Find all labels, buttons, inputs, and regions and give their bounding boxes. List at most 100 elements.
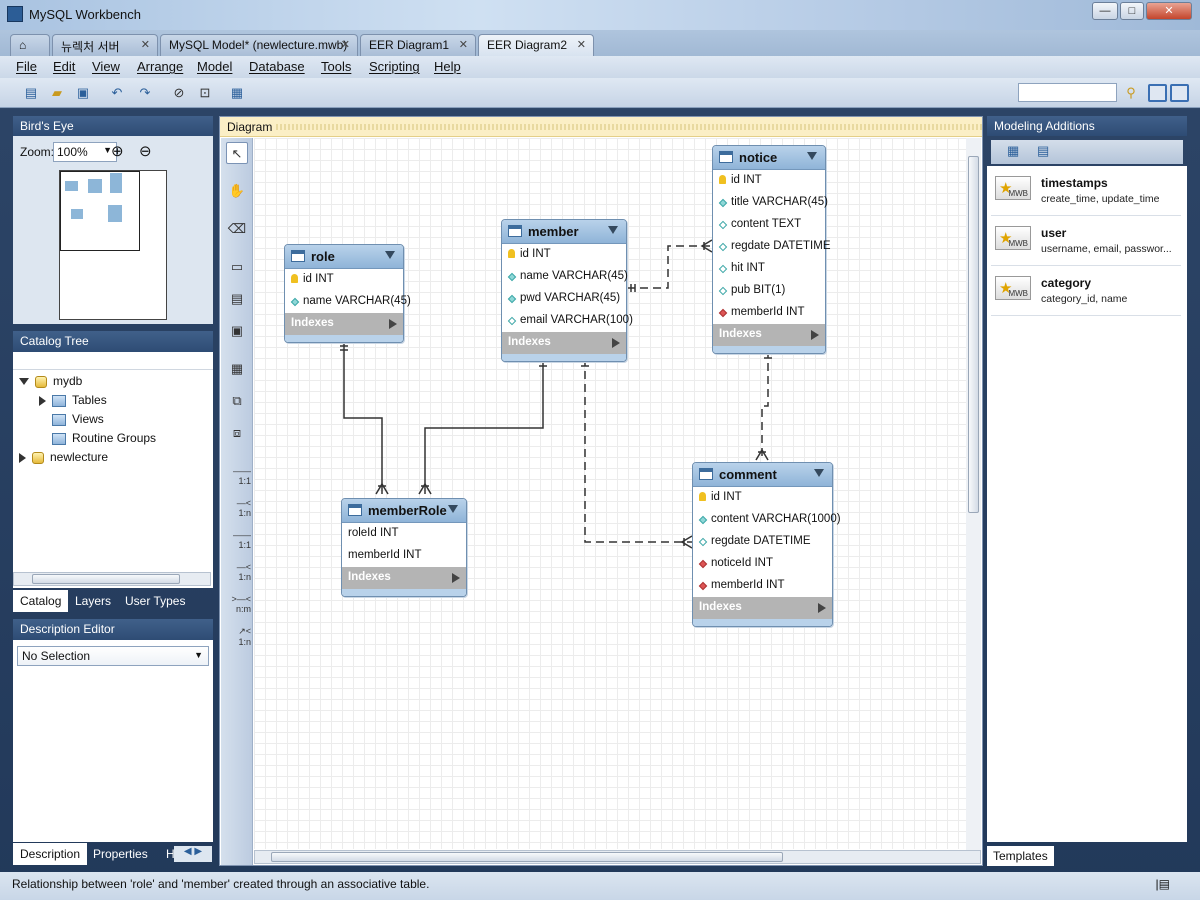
zoom-select[interactable]: 100% ▼	[53, 142, 117, 162]
tab-properties[interactable]: Properties	[86, 843, 155, 865]
open-folder-icon[interactable]: ▰	[48, 84, 66, 102]
tree-item-tables[interactable]: Tables	[39, 393, 107, 411]
catalog-filter[interactable]	[13, 352, 213, 370]
menu-view[interactable]: View	[92, 59, 120, 74]
tree-item-newlecture[interactable]: newlecture	[19, 450, 108, 468]
menu-tools[interactable]: Tools	[321, 59, 351, 74]
rel-1-1-id-tool[interactable]: —— 1:1	[223, 530, 251, 550]
undo-icon[interactable]: ↶	[108, 84, 126, 102]
column-row[interactable]: title VARCHAR(45)	[713, 192, 828, 214]
rel-1-n-id-tool[interactable]: —< 1:n	[223, 562, 251, 582]
maximize-button[interactable]: □	[1120, 2, 1144, 20]
entity-member[interactable]: member id INT name VARCHAR(45) pwd VARCH…	[501, 219, 633, 362]
diagram-vscroll[interactable]	[966, 138, 981, 850]
toolbar-search-input[interactable]	[1018, 83, 1117, 102]
table-tool-icon[interactable]: ▦	[226, 358, 248, 380]
close-tab-icon[interactable]: ✕	[341, 38, 350, 51]
column-row[interactable]: pub BIT(1)	[713, 280, 825, 302]
note-tool-icon[interactable]: ▤	[226, 288, 248, 310]
expand-arrow-icon[interactable]	[612, 338, 620, 348]
indexes-row[interactable]: Indexes	[502, 332, 626, 354]
column-row[interactable]: memberId INT	[713, 302, 825, 324]
tab-user-types[interactable]: User Types	[118, 590, 192, 612]
collapse-arrow-icon[interactable]	[814, 469, 824, 477]
hand-tool-icon[interactable]: ✋	[226, 180, 248, 202]
rel-existing-tool[interactable]: ↗< 1:n	[223, 626, 251, 647]
minimize-button[interactable]: —	[1092, 2, 1118, 20]
menu-edit[interactable]: Edit	[53, 59, 75, 74]
minimap[interactable]	[59, 170, 167, 320]
expand-arrow-icon[interactable]	[389, 319, 397, 329]
entity-role[interactable]: role id INT name VARCHAR(45) Indexes	[284, 244, 411, 343]
redo-icon[interactable]: ↷	[136, 84, 154, 102]
collapse-arrow-icon[interactable]	[608, 226, 618, 234]
menu-help[interactable]: Help	[434, 59, 461, 74]
template-category[interactable]: ★ MWB category category_id, name	[991, 268, 1181, 316]
template-timestamps[interactable]: ★ MWB timestamps create_time, update_time	[991, 168, 1181, 216]
column-row[interactable]: content TEXT	[713, 214, 825, 236]
image-tool-icon[interactable]: ▣	[226, 320, 248, 342]
align-grid-icon[interactable]: ⊡	[196, 84, 214, 102]
tab-server[interactable]: 뉴렉처 서버 ✕	[52, 34, 158, 56]
home-tab[interactable]: ⌂	[10, 34, 50, 56]
column-row[interactable]: name VARCHAR(45)	[285, 291, 411, 313]
output-toggle-icon[interactable]: |▤	[1156, 877, 1170, 891]
menu-arrange[interactable]: Arrange	[137, 59, 183, 74]
entity-comment[interactable]: comment id INT content VARCHAR(1000) reg…	[692, 462, 841, 627]
expand-arrow-icon[interactable]	[811, 330, 819, 340]
column-row[interactable]: id INT	[693, 487, 832, 509]
collapse-arrow-icon[interactable]	[807, 152, 817, 160]
column-row[interactable]: roleId INT	[342, 523, 466, 545]
column-row[interactable]: regdate DATETIME	[693, 531, 832, 553]
new-document-icon[interactable]: ▤	[22, 84, 40, 102]
tree-item-routine-groups[interactable]: Routine Groups	[52, 431, 156, 449]
column-row[interactable]: memberId INT	[342, 545, 466, 567]
menu-scripting[interactable]: Scripting	[369, 59, 420, 74]
catalog-hscroll[interactable]	[13, 572, 211, 586]
close-tab-icon[interactable]: ✕	[577, 38, 586, 51]
menu-file[interactable]: File	[16, 59, 37, 74]
close-tab-icon[interactable]: ✕	[141, 38, 150, 51]
column-row[interactable]: memberId INT	[693, 575, 832, 597]
pointer-tool-icon[interactable]: ↖	[226, 142, 248, 164]
close-tab-icon[interactable]: ✕	[459, 38, 468, 51]
routine-group-tool-icon[interactable]: ⧈	[226, 422, 248, 444]
edit-template-icon[interactable]: ▤	[1037, 143, 1049, 159]
tab-eer-diagram2[interactable]: EER Diagram2 ✕	[478, 34, 594, 56]
tab-catalog[interactable]: Catalog	[13, 590, 69, 612]
tree-item-views[interactable]: Views	[52, 412, 104, 430]
tab-eer-diagram1[interactable]: EER Diagram1 ✕	[360, 34, 476, 56]
template-user[interactable]: ★ MWB user username, email, passwor...	[991, 218, 1181, 266]
entity-notice[interactable]: notice id INT title VARCHAR(45) content …	[712, 145, 831, 354]
save-icon[interactable]: ▣	[74, 84, 92, 102]
expand-arrow-icon[interactable]	[452, 573, 460, 583]
toggle-grid-icon[interactable]: ⊘	[170, 84, 188, 102]
rel-n-m-tool[interactable]: >—< n:m	[223, 594, 251, 614]
apply-template-icon[interactable]: ▦	[1007, 143, 1019, 159]
indexes-row[interactable]: Indexes	[285, 313, 403, 335]
column-row[interactable]: email VARCHAR(100)	[502, 310, 633, 332]
column-row[interactable]: pwd VARCHAR(45)	[502, 288, 626, 310]
expand-icon[interactable]	[39, 395, 46, 406]
tab-model[interactable]: MySQL Model* (newlecture.mwb) ✕	[160, 34, 358, 56]
eraser-tool-icon[interactable]: ⌫	[226, 218, 248, 240]
column-row[interactable]: content VARCHAR(1000)	[693, 509, 841, 531]
close-button[interactable]: ✕	[1146, 2, 1192, 20]
search-icon[interactable]: ⚲	[1122, 84, 1140, 102]
toggle-panel-icon[interactable]	[1170, 84, 1189, 102]
column-row[interactable]: id INT	[713, 170, 825, 192]
expand-icon[interactable]	[19, 452, 26, 463]
indexes-row[interactable]: Indexes	[693, 597, 832, 619]
column-row[interactable]: name VARCHAR(45)	[502, 266, 628, 288]
tab-templates[interactable]: Templates	[987, 846, 1054, 866]
zoom-in-icon[interactable]: ⊕	[111, 142, 124, 160]
diagram-hscroll[interactable]	[254, 850, 981, 864]
indexes-row[interactable]: Indexes	[342, 567, 466, 589]
description-select[interactable]: No Selection ▼	[17, 646, 209, 666]
tree-item-mydb[interactable]: mydb	[19, 374, 82, 392]
zoom-out-icon[interactable]: ⊖	[139, 142, 152, 160]
column-row[interactable]: regdate DATETIME	[713, 236, 831, 258]
tab-scroll-arrows[interactable]: ◀ ▶	[174, 846, 212, 862]
rel-1-n-tool[interactable]: —< 1:n	[223, 498, 251, 518]
tab-layers[interactable]: Layers	[68, 590, 118, 612]
